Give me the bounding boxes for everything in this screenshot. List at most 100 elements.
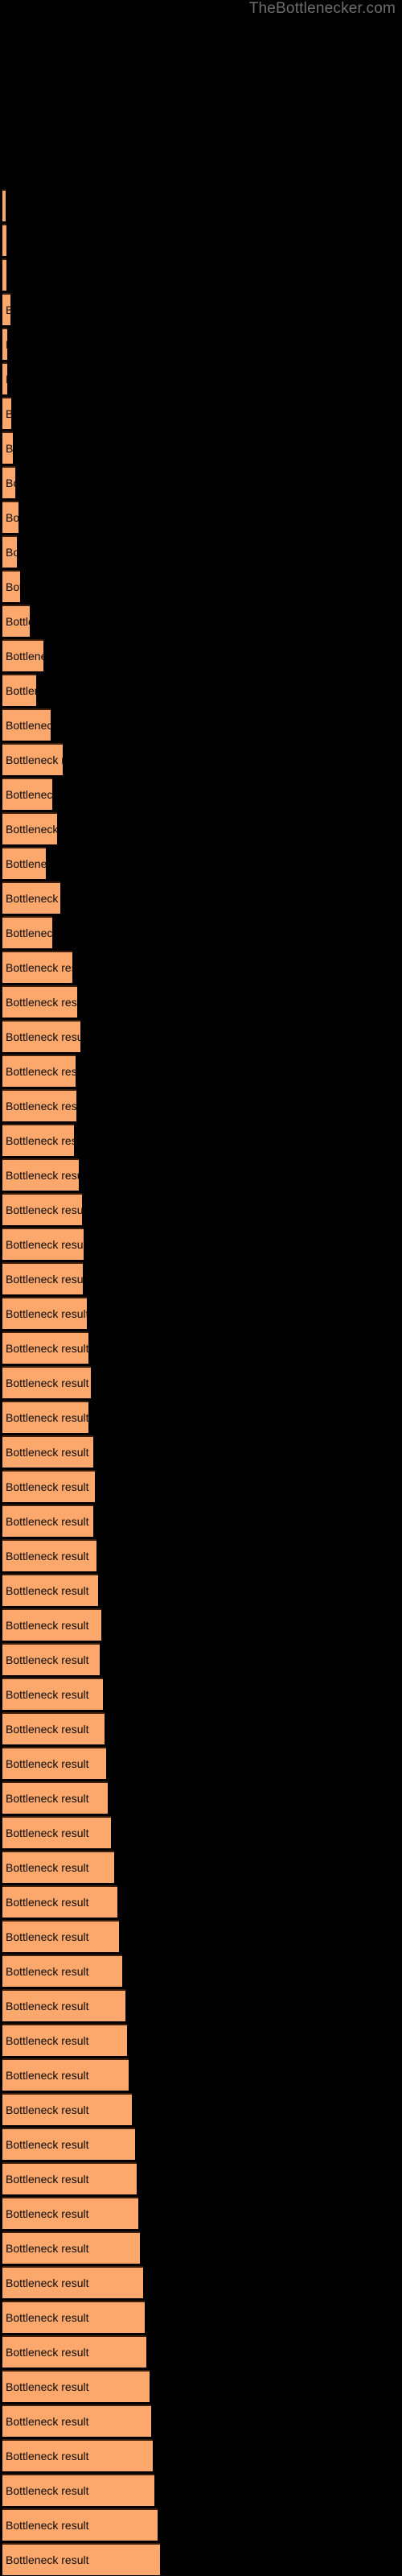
bar-row: Bottleneck result bbox=[2, 293, 10, 325]
bar-row: Bottleneck result bbox=[2, 1781, 108, 1814]
chart-bar[interactable]: Bottleneck result bbox=[2, 1851, 114, 1883]
chart-bar[interactable]: Bottleneck result bbox=[2, 189, 6, 221]
chart-bar[interactable]: Bottleneck result bbox=[2, 2266, 143, 2298]
chart-bar[interactable]: Bottleneck result bbox=[2, 951, 72, 983]
chart-bar[interactable]: Bottleneck result bbox=[2, 812, 57, 844]
chart-bar[interactable]: Bottleneck result bbox=[2, 1055, 76, 1087]
chart-bar[interactable]: Bottleneck result bbox=[2, 2405, 151, 2437]
bar-label: Bottleneck result bbox=[6, 857, 46, 870]
chart-bar[interactable]: Bottleneck result bbox=[2, 1124, 74, 1156]
chart-bar[interactable]: Bottleneck result bbox=[2, 2128, 135, 2160]
bar-row: Bottleneck result bbox=[2, 778, 52, 810]
chart-bar[interactable]: Bottleneck result bbox=[2, 1193, 82, 1225]
chart-bar[interactable]: Bottleneck result bbox=[2, 1816, 111, 1848]
bar-row: Bottleneck result bbox=[2, 189, 6, 221]
bar-label: Bottleneck result bbox=[6, 650, 43, 663]
chart-bar[interactable]: Bottleneck result bbox=[2, 2197, 138, 2229]
chart-bar[interactable]: Bottleneck result bbox=[2, 1158, 79, 1191]
chart-bar[interactable]: Bottleneck result bbox=[2, 1574, 98, 1606]
chart-bar[interactable]: Bottleneck result bbox=[2, 1885, 117, 1918]
bar-label: Bottleneck result bbox=[6, 2207, 89, 2220]
chart-bar[interactable]: Bottleneck result bbox=[2, 2231, 140, 2264]
chart-bar[interactable]: Bottleneck result bbox=[2, 431, 13, 464]
chart-bar[interactable]: Bottleneck result bbox=[2, 1643, 100, 1675]
bar-row: Bottleneck result bbox=[2, 2370, 150, 2402]
chart-bar[interactable]: Bottleneck result bbox=[2, 1262, 83, 1294]
chart-bar[interactable]: Bottleneck result bbox=[2, 708, 51, 741]
chart-bar[interactable]: Bottleneck result bbox=[2, 605, 30, 637]
chart-bar[interactable]: Bottleneck result bbox=[2, 1331, 88, 1364]
chart-bar[interactable]: Bottleneck result bbox=[2, 293, 10, 325]
chart-bar[interactable]: Bottleneck result bbox=[2, 397, 11, 429]
chart-bar[interactable]: Bottleneck result bbox=[2, 1228, 84, 1260]
bar-row: Bottleneck result bbox=[2, 1089, 76, 1121]
bar-row: Bottleneck result bbox=[2, 2058, 129, 2091]
chart-bar[interactable]: Bottleneck result bbox=[2, 1401, 88, 1433]
chart-bar[interactable]: Bottleneck result bbox=[2, 2162, 137, 2194]
chart-bar[interactable]: Bottleneck result bbox=[2, 1366, 91, 1398]
chart-bar[interactable]: Bottleneck result bbox=[2, 1470, 95, 1502]
bar-label: Bottleneck result bbox=[6, 1792, 89, 1805]
chart-bar[interactable]: Bottleneck result bbox=[2, 466, 15, 498]
bar-row: Bottleneck result bbox=[2, 535, 17, 568]
chart-bar[interactable]: Bottleneck result bbox=[2, 2024, 127, 2056]
chart-bar[interactable]: Bottleneck result bbox=[2, 2093, 132, 2125]
chart-bar[interactable]: Bottleneck result bbox=[2, 1505, 93, 1537]
chart-bar[interactable]: Bottleneck result bbox=[2, 1089, 76, 1121]
bar-label: Bottleneck result bbox=[6, 1100, 76, 1113]
chart-bar[interactable]: Bottleneck result bbox=[2, 916, 52, 948]
bar-row: Bottleneck result bbox=[2, 258, 6, 291]
chart-bar[interactable]: Bottleneck result bbox=[2, 674, 36, 706]
bar-label: Bottleneck result bbox=[6, 408, 11, 419]
chart-bar[interactable]: Bottleneck result bbox=[2, 1678, 103, 1710]
chart-bar[interactable]: Bottleneck result bbox=[2, 2370, 150, 2402]
chart-bar[interactable]: Bottleneck result bbox=[2, 1712, 105, 1744]
bar-row: Bottleneck result bbox=[2, 466, 15, 498]
chart-bar[interactable]: Bottleneck result bbox=[2, 328, 7, 360]
chart-bar[interactable]: Bottleneck result bbox=[2, 1781, 108, 1814]
chart-bar[interactable]: Bottleneck result bbox=[2, 570, 20, 602]
chart-bar[interactable]: Bottleneck result bbox=[2, 847, 46, 879]
chart-bar[interactable]: Bottleneck result bbox=[2, 2335, 146, 2368]
chart-bar[interactable]: Bottleneck result bbox=[2, 2474, 154, 2506]
bar-row: Bottleneck result bbox=[2, 639, 43, 671]
bar-label: Bottleneck result bbox=[6, 2277, 89, 2289]
chart-bar[interactable]: Bottleneck result bbox=[2, 1435, 93, 1468]
chart-bar[interactable]: Bottleneck result bbox=[2, 2058, 129, 2091]
chart-bar[interactable]: Bottleneck result bbox=[2, 2439, 153, 2471]
chart-bar[interactable]: Bottleneck result bbox=[2, 2301, 145, 2333]
bar-row: Bottleneck result bbox=[2, 1920, 119, 1952]
chart-bar[interactable]: Bottleneck result bbox=[2, 1989, 125, 2021]
chart-bar[interactable]: Bottleneck result bbox=[2, 362, 7, 394]
bar-row: Bottleneck result bbox=[2, 1193, 82, 1225]
bar-label: Bottleneck result bbox=[6, 1757, 89, 1770]
chart-bar[interactable]: Bottleneck result bbox=[2, 1920, 119, 1952]
bar-row: Bottleneck result bbox=[2, 2405, 151, 2437]
chart-bar[interactable]: Bottleneck result bbox=[2, 881, 60, 914]
bar-label: Bottleneck result bbox=[6, 580, 20, 593]
chart-bar[interactable]: Bottleneck result bbox=[2, 224, 6, 256]
chart-bar[interactable]: Bottleneck result bbox=[2, 778, 52, 810]
bar-row: Bottleneck result bbox=[2, 743, 63, 775]
bar-label: Bottleneck result bbox=[6, 511, 18, 524]
bar-row: Bottleneck result bbox=[2, 2508, 158, 2541]
chart-bar[interactable]: Bottleneck result bbox=[2, 1297, 87, 1329]
chart-bar[interactable]: Bottleneck result bbox=[2, 1539, 96, 1571]
chart-bar[interactable]: Bottleneck result bbox=[2, 1020, 80, 1052]
bar-label: Bottleneck result bbox=[6, 304, 10, 316]
chart-bar[interactable]: Bottleneck result bbox=[2, 1747, 106, 1779]
bar-label: Bottleneck result bbox=[6, 2069, 89, 2082]
chart-bar[interactable]: Bottleneck result bbox=[2, 2543, 160, 2575]
bar-label: Bottleneck result bbox=[6, 2138, 89, 2151]
chart-bar[interactable]: Bottleneck result bbox=[2, 1955, 122, 1987]
chart-bar[interactable]: Bottleneck result bbox=[2, 1608, 101, 1641]
chart-bar[interactable]: Bottleneck result bbox=[2, 258, 6, 291]
chart-bar[interactable]: Bottleneck result bbox=[2, 639, 43, 671]
chart-bar[interactable]: Bottleneck result bbox=[2, 2508, 158, 2541]
chart-bar[interactable]: Bottleneck result bbox=[2, 501, 18, 533]
chart-bar[interactable]: Bottleneck result bbox=[2, 535, 17, 568]
chart-bar[interactable]: Bottleneck result bbox=[2, 985, 77, 1018]
chart-bar[interactable]: Bottleneck result bbox=[2, 743, 63, 775]
bar-label: Bottleneck result bbox=[6, 1619, 89, 1632]
bar-row: Bottleneck result bbox=[2, 605, 30, 637]
